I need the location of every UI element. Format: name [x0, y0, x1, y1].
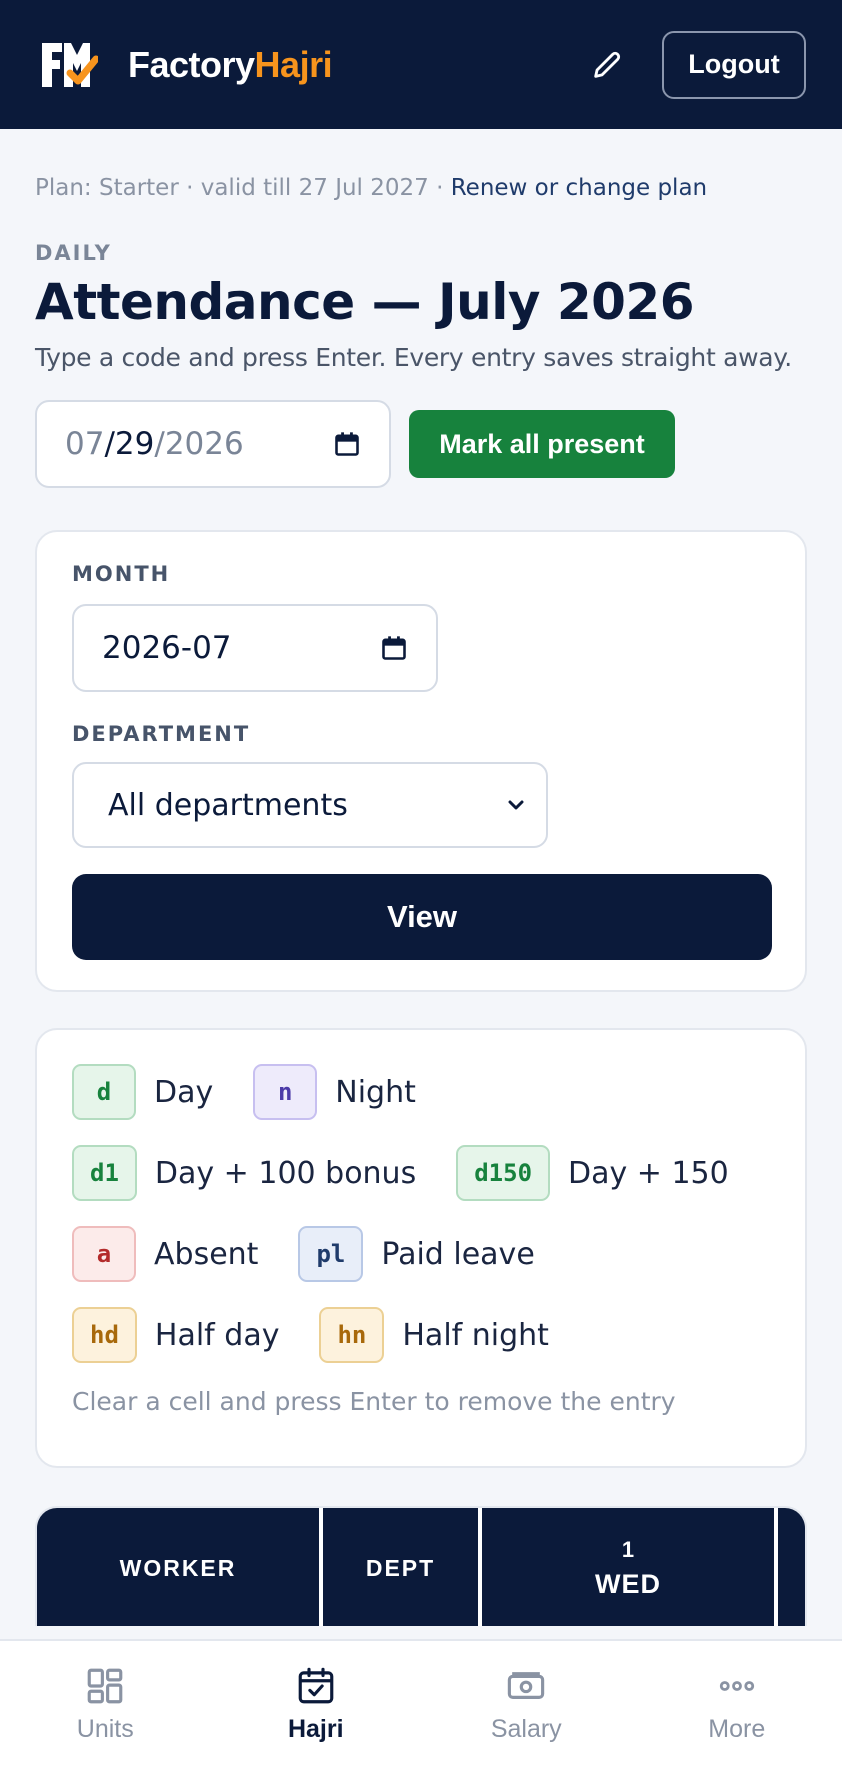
code-badge: hn: [319, 1307, 385, 1363]
bottom-nav: Units Hajri Salary More: [0, 1639, 842, 1771]
code-badge: a: [72, 1226, 136, 1282]
date-day: 29: [114, 426, 155, 462]
app-header: FactoryHajri Logout: [0, 0, 842, 129]
filter-card: MONTH 2026-07 DEPARTMENT All departments…: [35, 530, 807, 992]
mark-all-present-button[interactable]: Mark all present: [409, 410, 675, 478]
attendance-table[interactable]: WORKER DEPT 1 WED: [35, 1506, 807, 1626]
code-badge: d150: [456, 1145, 551, 1201]
date-separator: /: [104, 426, 115, 462]
nav-label: Hajri: [287, 1715, 344, 1743]
renew-plan-link[interactable]: Renew or change plan: [451, 175, 707, 201]
column-header-dept: DEPT: [323, 1508, 478, 1626]
cash-icon: [508, 1672, 545, 1699]
legend-label: Day + 150: [568, 1155, 729, 1191]
legend-item-night: n Night: [253, 1064, 416, 1120]
factoryhajri-logo-icon: [42, 42, 98, 87]
column-header-day-1: 1 WED: [482, 1508, 774, 1626]
column-header-next: [778, 1508, 805, 1626]
month-label: MONTH: [72, 562, 171, 586]
nav-item-salary[interactable]: Salary: [421, 1641, 632, 1771]
legend-label: Day: [154, 1074, 214, 1110]
view-button[interactable]: View: [72, 874, 772, 960]
legend-item-day: d Day: [72, 1064, 213, 1120]
date-year: 2026: [164, 426, 244, 462]
nav-item-units[interactable]: Units: [0, 1641, 211, 1771]
attendance-date-input[interactable]: 07/29/2026: [35, 400, 391, 488]
table-header-row: WORKER DEPT 1 WED: [37, 1508, 805, 1626]
code-badge: pl: [298, 1226, 364, 1282]
page-eyebrow: DAILY: [35, 241, 112, 265]
legend-label: Half night: [402, 1317, 549, 1353]
edit-button[interactable]: [580, 38, 634, 92]
legend-label: Day + 100 bonus: [154, 1155, 417, 1191]
grid-icon: [87, 1668, 123, 1704]
legend-row: d Day n Night: [72, 1064, 770, 1120]
logout-button[interactable]: Logout: [662, 30, 806, 99]
legend-label: Half day: [154, 1317, 280, 1353]
legend-item-day-bonus-150: d150 Day + 150: [456, 1145, 729, 1201]
brand-part-factory: Factory: [128, 43, 255, 85]
department-value: All departments: [108, 787, 348, 823]
code-badge: d1: [72, 1145, 137, 1201]
plan-text: Plan: Starter · valid till 27 Jul 2027 ·: [35, 175, 451, 201]
page-title: Attendance — July 2026: [35, 273, 695, 331]
legend-label: Paid leave: [381, 1236, 535, 1272]
legend-row: d1 Day + 100 bonus d150 Day + 150: [72, 1145, 770, 1201]
code-badge: hd: [72, 1307, 137, 1363]
day-name: WED: [595, 1568, 661, 1599]
pencil-icon: [594, 51, 621, 78]
legend-label: Absent: [154, 1236, 259, 1272]
legend-label: Night: [335, 1074, 416, 1110]
legend-item-absent: a Absent: [72, 1226, 258, 1282]
nav-item-more[interactable]: More: [632, 1641, 842, 1771]
legend-row: a Absent pl Paid leave: [72, 1226, 770, 1282]
chevron-down-icon: [508, 800, 524, 810]
month-value: 2026-07: [102, 630, 232, 666]
date-toolbar: 07/29/2026 Mark all present: [35, 400, 807, 488]
legend-row: hd Half day hn Half night: [72, 1307, 770, 1363]
main-content: Plan: Starter · valid till 27 Jul 2027 ·…: [35, 129, 807, 1626]
department-select[interactable]: All departments: [72, 762, 548, 848]
nav-label: Units: [76, 1715, 134, 1743]
calendar-check-icon: [298, 1667, 334, 1704]
plan-info: Plan: Starter · valid till 27 Jul 2027 ·…: [35, 175, 807, 201]
nav-label: More: [708, 1715, 766, 1743]
legend-item-paid-leave: pl Paid leave: [298, 1226, 535, 1282]
calendar-icon[interactable]: [333, 430, 361, 458]
legend-item-half-day: hd Half day: [72, 1307, 279, 1363]
department-label: DEPARTMENT: [72, 722, 251, 746]
column-header-worker: WORKER: [37, 1508, 319, 1626]
legend-hint: Clear a cell and press Enter to remove t…: [72, 1387, 676, 1416]
nav-label: Salary: [490, 1715, 562, 1743]
date-month: 07: [65, 426, 105, 462]
date-separator: /: [154, 426, 165, 462]
nav-item-hajri[interactable]: Hajri: [211, 1641, 422, 1771]
day-number: 1: [621, 1536, 635, 1562]
month-input[interactable]: 2026-07: [72, 604, 438, 692]
calendar-icon[interactable]: [380, 634, 408, 662]
brand-part-hajri: Hajri: [254, 43, 333, 85]
dots-icon: [719, 1681, 754, 1691]
legend-item-day-bonus-100: d1 Day + 100 bonus: [72, 1145, 416, 1201]
brand-name: FactoryHajri: [128, 43, 333, 86]
page-subtitle: Type a code and press Enter. Every entry…: [35, 343, 792, 372]
code-badge: n: [253, 1064, 318, 1120]
code-badge: d: [72, 1064, 136, 1120]
code-legend-card: d Day n Night d1 Day + 100 bonus d150 Da…: [35, 1028, 807, 1468]
legend-item-half-night: hn Half night: [319, 1307, 549, 1363]
